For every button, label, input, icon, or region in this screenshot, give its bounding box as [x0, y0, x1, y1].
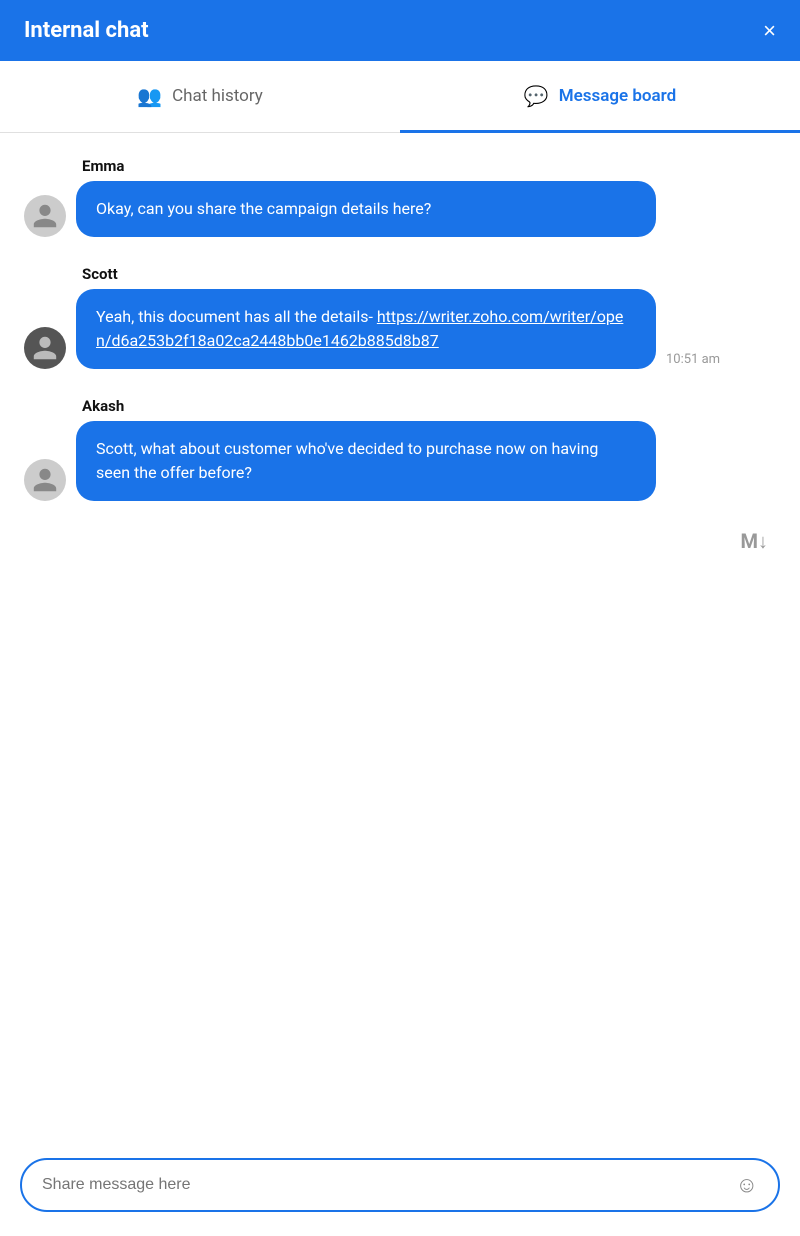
- emoji-button[interactable]: ☺: [736, 1174, 758, 1196]
- bubble-akash: Scott, what about customer who've decide…: [76, 421, 656, 501]
- chat-history-icon: 👥: [137, 84, 162, 108]
- avatar-akash: [24, 459, 66, 501]
- markdown-indicator: M↓: [24, 529, 776, 554]
- avatar-scott: [24, 327, 66, 369]
- message-row-emma: Okay, can you share the campaign details…: [24, 181, 776, 237]
- message-row-akash: Scott, what about customer who've decide…: [24, 421, 776, 501]
- tab-message-board-label: Message board: [559, 86, 677, 106]
- sender-name-scott: Scott: [82, 265, 776, 283]
- header: Internal chat ×: [0, 0, 800, 61]
- bubble-text-akash: Scott, what about customer who've decide…: [96, 439, 598, 482]
- bubble-text-scott-prefix: Yeah, this document has all the details-: [96, 307, 377, 326]
- chat-area: Emma Okay, can you share the campaign de…: [0, 133, 800, 1146]
- tab-message-board[interactable]: 💬 Message board: [400, 62, 800, 133]
- message-group-emma: Emma Okay, can you share the campaign de…: [24, 157, 776, 237]
- tab-chat-history-label: Chat history: [172, 86, 263, 106]
- input-wrapper: ☺: [20, 1158, 780, 1212]
- bubble-text-emma: Okay, can you share the campaign details…: [96, 199, 431, 218]
- message-time-scott: 10:51 am: [666, 352, 720, 369]
- bubble-emma: Okay, can you share the campaign details…: [76, 181, 656, 237]
- app-container: Internal chat × 👥 Chat history 💬 Message…: [0, 0, 800, 1236]
- app-title: Internal chat: [24, 18, 149, 43]
- sender-name-emma: Emma: [82, 157, 776, 175]
- message-row-scott: Yeah, this document has all the details-…: [24, 289, 776, 369]
- close-button[interactable]: ×: [763, 20, 776, 42]
- message-input[interactable]: [42, 1176, 726, 1194]
- tab-chat-history[interactable]: 👥 Chat history: [0, 62, 400, 133]
- avatar-emma: [24, 195, 66, 237]
- message-group-akash: Akash Scott, what about customer who've …: [24, 397, 776, 501]
- bubble-scott: Yeah, this document has all the details-…: [76, 289, 656, 369]
- sender-name-akash: Akash: [82, 397, 776, 415]
- tabs-bar: 👥 Chat history 💬 Message board: [0, 61, 800, 133]
- message-board-icon: 💬: [524, 84, 549, 108]
- input-area: ☺: [0, 1146, 800, 1236]
- message-group-scott: Scott Yeah, this document has all the de…: [24, 265, 776, 369]
- markdown-icon: M↓: [740, 529, 768, 554]
